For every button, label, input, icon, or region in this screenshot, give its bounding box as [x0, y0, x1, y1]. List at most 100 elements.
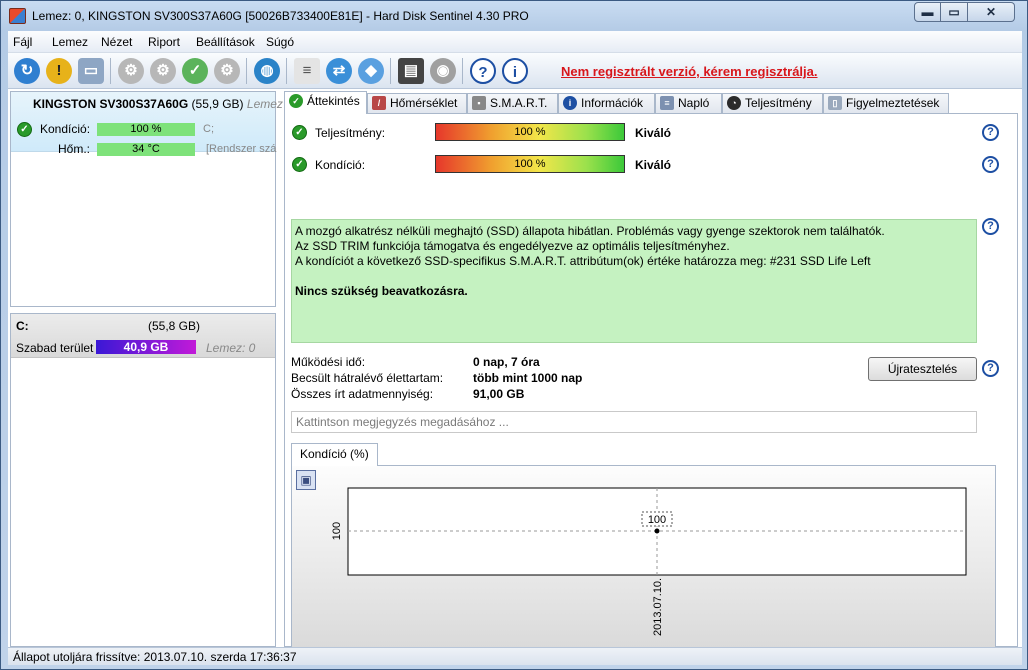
warning-icon[interactable]: ! [46, 58, 72, 84]
disk-model: KINGSTON SV300S37A60G [33, 97, 189, 111]
chart-point [654, 528, 660, 534]
status-bar: Állapot utoljára frissítve: 2013.07.10. … [8, 647, 1022, 665]
menu-bar: Fájl Lemez Nézet Riport Beállítások Súgó [8, 31, 1022, 53]
disk-tool-icon[interactable]: ⚙ [118, 58, 144, 84]
free-space-label: Szabad terület [16, 341, 94, 355]
partition-size: (55,8 GB) [148, 319, 201, 333]
performance-bar: 100 % [435, 123, 625, 141]
status-line: A mozgó alkatrész nélküli meghajtó (SSD)… [295, 224, 885, 238]
menu-disk[interactable]: Lemez [52, 35, 88, 49]
disk-size: (55,9 GB) [191, 97, 244, 111]
partition-entry[interactable]: C: (55,8 GB) Szabad terület 40,9 GB Leme… [11, 314, 275, 358]
uptime-label: Működési idő: [291, 355, 366, 369]
condition-drive: C; [203, 123, 214, 135]
status-recommendation: Nincs szükség beavatkozásra. [295, 284, 468, 298]
disk-extra: Lemez [246, 97, 283, 111]
total-written-label: Összes írt adatmennyiség: [291, 387, 434, 401]
chart-plot: 100 100 2013.07.10. [331, 487, 967, 636]
help-icon[interactable]: ? [982, 156, 999, 173]
performance-label: Teljesítmény: [315, 126, 386, 140]
maximize-button[interactable]: ▭ [941, 2, 968, 22]
remaining-life-value: több mint 1000 nap [473, 371, 583, 385]
menu-settings[interactable]: Beállítások [196, 35, 255, 49]
document-icon: ▯ [828, 96, 842, 110]
tab-label: Teljesítmény [745, 96, 812, 110]
total-written-value: 91,00 GB [473, 387, 525, 401]
title-bar[interactable]: Lemez: 0, KINGSTON SV300S37A60G [50026B7… [1, 1, 1027, 31]
close-button[interactable]: ✕ [968, 2, 1015, 22]
remaining-life-label: Becsült hátralévő élettartam: [291, 371, 444, 385]
tab-label: Áttekintés [307, 94, 360, 108]
chip-icon: ▪ [472, 96, 486, 110]
condition-label: Kondíció: [315, 158, 366, 172]
help-icon[interactable]: ? [982, 124, 999, 141]
save-icon[interactable]: ▣ [296, 470, 316, 490]
status-line: Az SSD TRIM funkciója támogatva és enged… [295, 239, 730, 253]
tab-alerts[interactable]: ▯ Figyelmeztetések [823, 93, 949, 113]
tab-log[interactable]: ≡ Napló [655, 93, 722, 113]
menu-view[interactable]: Nézet [101, 35, 132, 49]
speaker-icon[interactable]: ◉ [430, 58, 456, 84]
partition-panel: C: (55,8 GB) Szabad terület 40,9 GB Leme… [10, 313, 276, 647]
partition-drive: C: [16, 319, 29, 333]
status-line: A kondíciót a következő SSD-specifikus S… [295, 254, 871, 268]
help-icon[interactable]: ? [982, 360, 999, 377]
minimize-button[interactable]: ▬ [914, 2, 941, 22]
y-tick-label: 100 [331, 522, 343, 540]
tab-label: Napló [678, 96, 710, 110]
globe-icon[interactable]: ◍ [254, 58, 280, 84]
help-icon[interactable]: ? [982, 218, 999, 235]
x-tick-label: 2013.07.10. [652, 578, 664, 636]
tab-overview[interactable]: ✓ Áttekintés [284, 91, 367, 114]
tab-information[interactable]: i Információk [558, 93, 655, 113]
tab-temperature[interactable]: / Hőmérséklet [367, 93, 467, 113]
overview-panel: ✓ Teljesítmény: 100 % Kiváló ? ✓ Kondíci… [284, 113, 1018, 660]
tab-label: S.M.A.R.T. [490, 96, 548, 110]
temperature-label: Hőm.: [58, 142, 91, 156]
report-icon[interactable]: ≡ [294, 58, 320, 84]
menu-help[interactable]: Súgó [266, 35, 294, 49]
condition-chart: ▣ 100 100 2013.07.10. [291, 465, 996, 660]
free-space-bar: 40,9 GB [96, 340, 196, 354]
disk-entry[interactable]: KINGSTON SV300S37A60G (55,9 GB) Lemez ✓ … [11, 92, 283, 156]
menu-file[interactable]: Fájl [13, 35, 32, 49]
chart-data-label: 100 [648, 514, 666, 526]
check-icon: ✓ [292, 125, 307, 140]
retest-button[interactable]: Újratesztelés [868, 357, 977, 381]
gauge-icon: ◔ [727, 96, 741, 110]
tab-performance[interactable]: ◔ Teljesítmény [722, 93, 823, 113]
disk-name: KINGSTON SV300S37A60G (55,9 GB) Lemez [33, 97, 283, 111]
condition-bar: 100 % [97, 123, 195, 136]
partition-disk: Lemez: 0 [206, 341, 256, 355]
chart-tab-condition[interactable]: Kondíció (%) [291, 443, 378, 466]
uptime-value: 0 nap, 7 óra [473, 355, 540, 369]
update-icon[interactable]: ⇄ [326, 58, 352, 84]
monitor-icon[interactable]: ▤ [398, 58, 424, 84]
tab-label: Hőmérséklet [390, 96, 458, 110]
check-icon: ✓ [292, 157, 307, 172]
menu-report[interactable]: Riport [148, 35, 180, 49]
thermometer-icon: / [372, 96, 386, 110]
check-icon: ✓ [17, 122, 32, 137]
disk-check-icon[interactable]: ✓ [182, 58, 208, 84]
disk-tool-icon[interactable]: ⚙ [150, 58, 176, 84]
registration-link[interactable]: Nem regisztrált verzió, kérem regisztrál… [561, 64, 818, 79]
tab-smart[interactable]: ▪ S.M.A.R.T. [467, 93, 558, 113]
condition-rating: Kiváló [635, 158, 672, 172]
temperature-bar: 34 °C [97, 143, 195, 156]
disk-icon[interactable]: ▭ [78, 58, 104, 84]
info-icon[interactable]: i [502, 58, 528, 84]
condition-label: Kondíció: [40, 122, 91, 136]
network-icon[interactable]: ◆ [358, 58, 384, 84]
check-icon: ✓ [289, 94, 303, 108]
info-icon: i [563, 96, 577, 110]
toolbar: ↻ ! ▭ ⚙ ⚙ ✓ ⚙ ◍ ≡ ⇄ ◆ ▤ ◉ ? i Nem regisz… [8, 53, 1022, 89]
note-input[interactable]: Kattintson megjegyzés megadásához ... [291, 411, 977, 433]
client-area: Fájl Lemez Nézet Riport Beállítások Súgó… [8, 31, 1022, 665]
status-description: A mozgó alkatrész nélküli meghajtó (SSD)… [291, 219, 977, 343]
refresh-icon[interactable]: ↻ [14, 58, 40, 84]
performance-rating: Kiváló [635, 126, 672, 140]
disk-tool-icon[interactable]: ⚙ [214, 58, 240, 84]
tab-label: Információk [581, 96, 644, 110]
help-icon[interactable]: ? [470, 58, 496, 84]
